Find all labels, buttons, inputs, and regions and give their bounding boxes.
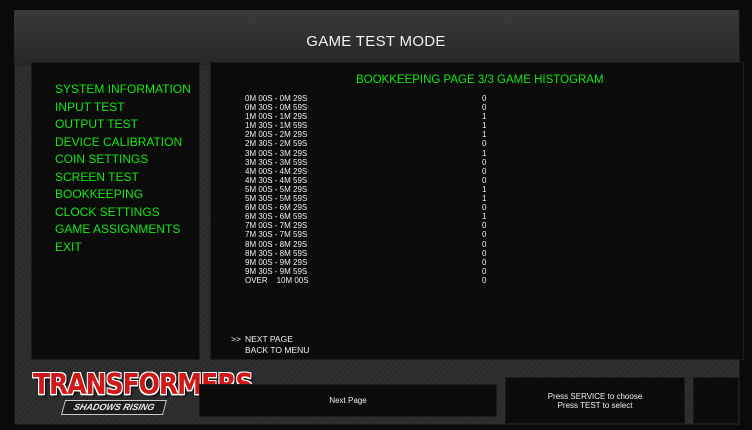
nav-row-next: >> NEXT PAGE xyxy=(231,334,351,345)
histogram-range-label: 4M 00S - 4M 29S xyxy=(245,166,308,176)
histogram-count: 1 xyxy=(482,212,487,222)
histogram-count: 0 xyxy=(482,230,487,240)
histogram-count: 1 xyxy=(482,130,487,140)
histogram-row: 2M 00S - 2M 29S 1 xyxy=(245,130,505,139)
histogram-row: 5M 00S - 5M 29S 1 xyxy=(245,185,505,194)
histogram-range-label: 9M 00S - 9M 29S xyxy=(245,257,308,267)
histogram-range-label: OVER 10M 00S xyxy=(245,275,309,285)
histogram-range-label: 7M 00S - 7M 29S xyxy=(245,221,308,231)
histogram-count: 1 xyxy=(482,194,487,204)
histogram-count: 0 xyxy=(482,94,487,103)
main-menu: SYSTEM INFORMATION INPUT TEST OUTPUT TES… xyxy=(55,81,191,256)
histogram-range-label: 7M 30S - 7M 59S xyxy=(245,230,308,240)
histogram-row: 8M 00S - 8M 29S 0 xyxy=(245,240,505,249)
menu-item-exit[interactable]: EXIT xyxy=(55,239,191,257)
histogram-count: 1 xyxy=(482,148,487,158)
histogram-row: 9M 00S - 9M 29S 0 xyxy=(245,258,505,267)
histogram-row: 9M 30S - 9M 59S 0 xyxy=(245,267,505,276)
histogram-row: 4M 00S - 4M 29S 0 xyxy=(245,167,505,176)
histogram-range-label: 3M 30S - 3M 59S xyxy=(245,157,308,167)
histogram-row: 3M 00S - 3M 29S 1 xyxy=(245,149,505,158)
menu-item-game-assignments[interactable]: GAME ASSIGNMENTS xyxy=(55,221,191,239)
menu-item-output-test[interactable]: OUTPUT TEST xyxy=(55,116,191,134)
histogram-count: 0 xyxy=(482,275,487,285)
histogram-row: 0M 30S - 0M 59S 0 xyxy=(245,103,505,112)
histogram-row: 7M 00S - 7M 29S 0 xyxy=(245,221,505,230)
footer-hint-text: Next Page xyxy=(329,396,367,405)
histogram-count: 1 xyxy=(482,112,487,122)
histogram-range-label: 6M 00S - 6M 29S xyxy=(245,203,308,213)
histogram-count: 0 xyxy=(482,203,487,213)
selection-cursor-icon: >> xyxy=(231,334,241,344)
histogram-row: 8M 30S - 8M 59S 0 xyxy=(245,249,505,258)
menu-item-bookkeeping[interactable]: BOOKKEEPING xyxy=(55,186,191,204)
histogram-count: 0 xyxy=(482,266,487,276)
histogram-range-label: 2M 00S - 2M 29S xyxy=(245,130,308,140)
histogram-count: 0 xyxy=(482,175,487,185)
footer-empty-box xyxy=(693,377,739,424)
histogram-count: 0 xyxy=(482,257,487,267)
histogram-range-label: 1M 00S - 1M 29S xyxy=(245,112,308,122)
page-title: GAME TEST MODE xyxy=(14,10,738,65)
menu-item-screen-test[interactable]: SCREEN TEST xyxy=(55,169,191,187)
histogram-count: 0 xyxy=(482,221,487,231)
histogram-row: 1M 30S - 1M 59S 1 xyxy=(245,121,505,130)
instruction-test: Press TEST to select xyxy=(557,400,633,410)
logo-subtitle: SHADOWS RISING xyxy=(60,400,168,415)
menu-item-coin-settings[interactable]: COIN SETTINGS xyxy=(55,151,191,169)
histogram-range-label: 5M 00S - 5M 29S xyxy=(245,184,308,194)
content-title: BOOKKEEPING PAGE 3/3 GAME HISTOGRAM xyxy=(356,74,604,86)
menu-item-clock-settings[interactable]: CLOCK SETTINGS xyxy=(55,204,191,222)
logo-wordmark: TRANSFORMERS xyxy=(33,367,253,402)
histogram-range-label: 5M 30S - 5M 59S xyxy=(245,194,308,204)
footer-instructions: Press SERVICE to choose Press TEST to se… xyxy=(505,377,685,424)
back-to-menu-button[interactable]: BACK TO MENU xyxy=(245,345,309,355)
next-page-button[interactable]: NEXT PAGE xyxy=(245,334,293,344)
menu-item-device-calibration[interactable]: DEVICE CALIBRATION xyxy=(55,134,191,152)
histogram-count: 0 xyxy=(482,239,487,249)
histogram-range-label: 2M 30S - 2M 59S xyxy=(245,139,308,149)
histogram-row: OVER 10M 00S 0 xyxy=(245,276,505,285)
histogram-count: 0 xyxy=(482,166,487,176)
histogram-count: 1 xyxy=(482,184,487,194)
histogram-row: 6M 30S - 6M 59S 1 xyxy=(245,212,505,221)
histogram-range-label: 8M 30S - 8M 59S xyxy=(245,248,308,258)
histogram-row: 6M 00S - 6M 29S 0 xyxy=(245,203,505,212)
histogram-count: 0 xyxy=(482,157,487,167)
menu-item-system-information[interactable]: SYSTEM INFORMATION xyxy=(55,81,191,99)
footer-hint: Next Page xyxy=(199,384,497,417)
histogram-range-label: 1M 30S - 1M 59S xyxy=(245,121,308,131)
main-menu-panel: SYSTEM INFORMATION INPUT TEST OUTPUT TES… xyxy=(31,62,200,360)
histogram-count: 0 xyxy=(482,139,487,149)
histogram-count: 0 xyxy=(482,103,487,113)
page-navigation: >> NEXT PAGE BACK TO MENU xyxy=(231,334,351,356)
histogram-row: 2M 30S - 2M 59S 0 xyxy=(245,139,505,148)
histogram-row: 7M 30S - 7M 59S 0 xyxy=(245,230,505,239)
histogram-row: 3M 30S - 3M 59S 0 xyxy=(245,158,505,167)
histogram-row: 0M 00S - 0M 29S 0 xyxy=(245,94,505,103)
histogram-range-label: 9M 30S - 9M 59S xyxy=(245,266,308,276)
histogram-row: 1M 00S - 1M 29S 1 xyxy=(245,112,505,121)
histogram-count: 0 xyxy=(482,248,487,258)
histogram-range-label: 8M 00S - 8M 29S xyxy=(245,239,308,249)
menu-item-input-test[interactable]: INPUT TEST xyxy=(55,99,191,117)
transformers-logo: TRANSFORMERS SHADOWS RISING xyxy=(33,367,253,416)
histogram-range-label: 0M 00S - 0M 29S xyxy=(245,94,308,103)
histogram-count: 1 xyxy=(482,121,487,131)
histogram-list: 0M 00S - 0M 29S 0 0M 30S - 0M 59S 0 1M 00S -… xyxy=(245,94,505,285)
histogram-row: 4M 30S - 4M 59S 0 xyxy=(245,176,505,185)
histogram-range-label: 4M 30S - 4M 59S xyxy=(245,175,308,185)
histogram-row: 5M 30S - 5M 59S 1 xyxy=(245,194,505,203)
instruction-service: Press SERVICE to choose xyxy=(547,391,643,401)
nav-row-back: BACK TO MENU xyxy=(231,345,351,356)
histogram-range-label: 0M 30S - 0M 59S xyxy=(245,103,308,113)
histogram-range-label: 6M 30S - 6M 59S xyxy=(245,212,308,222)
histogram-range-label: 3M 00S - 3M 29S xyxy=(245,148,308,158)
